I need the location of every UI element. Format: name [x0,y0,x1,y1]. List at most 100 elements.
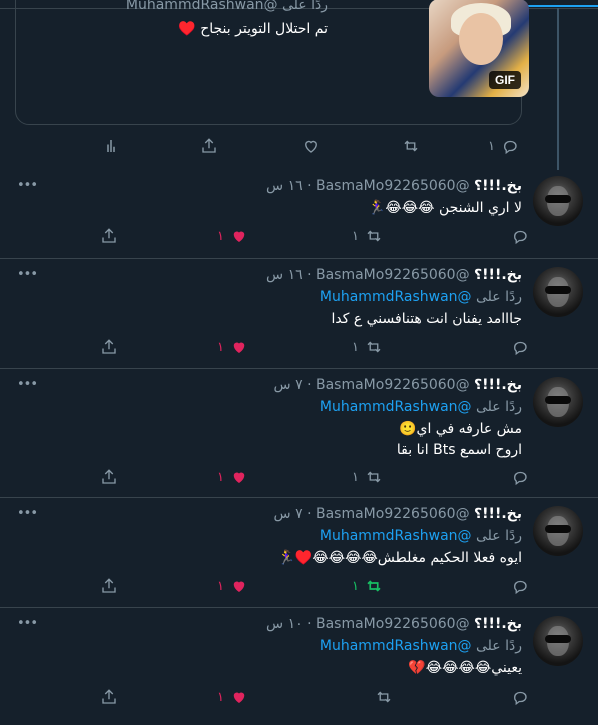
reply-button[interactable]: ١ [488,137,519,155]
share-button[interactable] [100,688,118,706]
display-name[interactable]: بخ.!!!؟ [474,616,522,632]
reply-mention[interactable]: @MuhammdRashwan [320,528,472,544]
tweet[interactable]: ••• بخ.!!!؟ @BasmaMo92265060 · ١٦ س ردًا… [0,259,598,368]
analytics-button[interactable] [102,137,120,155]
tweet-action-row: ١ [100,688,527,710]
like-icon [233,581,245,592]
like-count: ١ [217,689,224,705]
analytics-icon [107,140,115,152]
like-count: ١ [217,339,224,355]
quote-reply-prefix: ردًا على [282,0,328,13]
reply-prefix: ردًا على [476,289,522,305]
reply-mention[interactable]: @MuhammdRashwan [320,289,472,305]
more-icon[interactable]: ••• [17,178,38,193]
user-handle[interactable]: @BasmaMo92265060 [316,506,470,522]
user-handle[interactable]: @BasmaMo92265060 [316,616,470,632]
share-button[interactable] [200,137,218,155]
tweet-time[interactable]: ١٦ س [266,267,303,283]
like-button[interactable]: ١ [217,688,248,706]
like-icon [305,140,317,153]
retweet-button[interactable] [369,688,393,706]
avatar[interactable] [533,267,583,317]
retweet-icon [367,471,381,483]
more-icon[interactable]: ••• [17,616,38,631]
reply-icon [514,341,527,356]
more-icon[interactable]: ••• [17,377,38,392]
user-handle[interactable]: @BasmaMo92265060 [316,377,470,393]
tweet-text: يعيني😂😂😂😂💔 [408,660,522,676]
reply-to: ردًا على @MuhammdRashwan [320,528,522,544]
reply-button[interactable] [505,338,529,356]
user-handle[interactable]: @BasmaMo92265060 [316,178,470,194]
reply-button[interactable] [505,577,529,595]
tweet-text: ايوه فعلا الحكيم مغلطش😂😂😂😂♥️🏃‍♀️ [277,550,523,566]
retweet-count: ١ [352,228,359,244]
gif-badge: GIF [489,71,521,89]
like-button[interactable] [302,137,320,155]
tweet[interactable]: ••• بخ.!!!؟ @BasmaMo92265060 · ٧ س ردًا … [0,498,598,607]
reply-mention[interactable]: @MuhammdRashwan [320,399,472,415]
tweet-text: مش عارفه في اي🙂 اروح اسمع Bts انا بقا [396,421,522,458]
avatar-glasses [545,635,571,643]
display-name[interactable]: بخ.!!!؟ [474,377,522,393]
reply-icon [514,580,527,595]
quote-action-row: ١ [100,137,520,159]
tweet[interactable]: ••• بخ.!!!؟ @BasmaMo92265060 · ٧ س ردًا … [0,369,598,497]
like-icon [233,692,245,703]
tweet-header: بخ.!!!؟ @BasmaMo92265060 · ١٦ س [266,178,522,194]
display-name[interactable]: بخ.!!!؟ [474,178,522,194]
tweet[interactable]: ••• بخ.!!!؟ @BasmaMo92265060 · ١٠ س ردًا… [0,608,598,720]
tweet-time[interactable]: ٧ س [274,377,303,393]
reply-button[interactable] [505,688,529,706]
retweet-button[interactable] [402,137,420,155]
avatar[interactable] [533,176,583,226]
display-name[interactable]: بخ.!!!؟ [474,506,522,522]
user-handle[interactable]: @BasmaMo92265060 [316,267,470,283]
like-icon [233,342,245,353]
share-button[interactable] [100,468,118,486]
reply-icon [514,691,527,706]
like-button[interactable]: ١ [217,577,248,595]
retweet-button[interactable]: ١ [352,468,383,486]
avatar-glasses [545,525,571,533]
retweet-button[interactable]: ١ [352,227,383,245]
tweet-time[interactable]: ٧ س [274,506,303,522]
more-icon[interactable]: ••• [17,267,38,282]
retweet-button[interactable]: ١ [352,577,383,595]
retweet-count: ١ [352,469,359,485]
share-icon [102,578,116,593]
avatar[interactable] [533,616,583,666]
tweet-action-row: ١ ١ [100,227,527,249]
tweet[interactable]: ••• بخ.!!!؟ @BasmaMo92265060 · ١٦ س لا ا… [0,170,598,258]
quoted-tweet-card[interactable]: GIF ردًا على @MuhammdRashwan تم احتلال ا… [15,0,529,125]
dot-separator: · [307,267,312,283]
retweet-icon [404,140,418,152]
more-icon[interactable]: ••• [17,506,38,521]
like-button[interactable]: ١ [217,338,248,356]
quote-reply-handle[interactable]: @MuhammdRashwan [126,0,278,13]
gif-image-face [459,13,503,65]
like-button[interactable]: ١ [217,468,248,486]
avatar[interactable] [533,377,583,427]
like-icon [233,472,245,483]
avatar[interactable] [533,506,583,556]
like-button[interactable]: ١ [217,227,248,245]
retweet-button[interactable]: ١ [352,338,383,356]
tweet-time[interactable]: ١٦ س [266,178,303,194]
share-button[interactable] [100,338,118,356]
gif-thumbnail[interactable]: GIF [429,0,529,97]
share-button[interactable] [100,227,118,245]
tweet-action-row: ١ ١ [100,338,527,360]
like-count: ١ [217,578,224,594]
reply-button[interactable] [505,227,529,245]
reply-mention[interactable]: @MuhammdRashwan [320,638,472,654]
tweet-header: بخ.!!!؟ @BasmaMo92265060 · ١٦ س [266,267,522,283]
share-button[interactable] [100,577,118,595]
tweet-time[interactable]: ١٠ س [266,616,303,632]
avatar-glasses [545,195,571,203]
reply-button[interactable] [505,468,529,486]
display-name[interactable]: بخ.!!!؟ [474,267,522,283]
retweet-count: ١ [352,339,359,355]
share-icon [102,469,116,484]
reply-count: ١ [488,138,495,154]
